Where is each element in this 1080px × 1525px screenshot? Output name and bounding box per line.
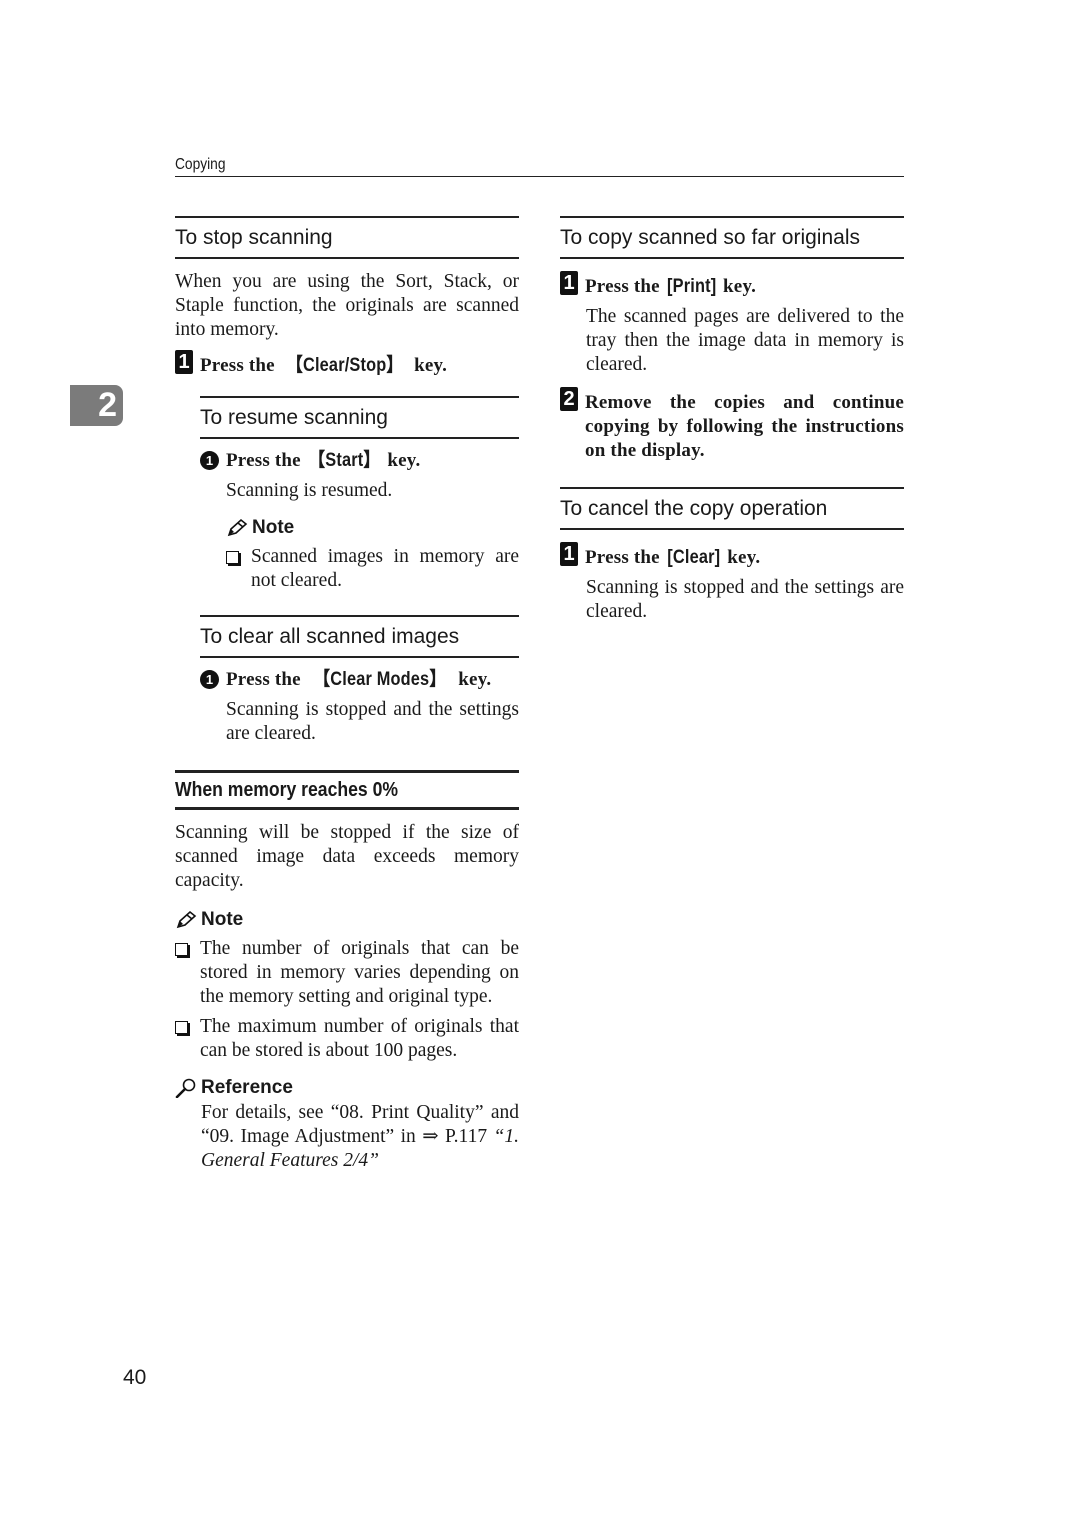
reference-label: Reference xyxy=(201,1077,293,1098)
pencil-icon xyxy=(176,910,197,929)
left-column: To stop scanning When you are using the … xyxy=(175,216,519,1173)
section-heading: To stop scanning xyxy=(175,216,519,259)
step-2: 2 Remove the copies and continue copying… xyxy=(560,387,904,463)
running-head: Copying xyxy=(175,156,904,177)
checkbox-bullet-icon xyxy=(226,551,239,564)
section-clear-all: To clear all scanned images 1 Press the … xyxy=(200,615,519,746)
step-text: Press the 【Start】 key. xyxy=(226,450,421,471)
step-result: Scanning is stopped and the settings are… xyxy=(586,577,904,622)
step-number-icon: 1 xyxy=(175,350,193,374)
section-copy-scanned: To copy scanned so far originals 1 Press… xyxy=(560,216,904,463)
circled-number-icon: 1 xyxy=(200,451,219,470)
magnifier-icon xyxy=(175,1078,196,1098)
section-heading: To copy scanned so far originals xyxy=(560,216,904,259)
reference-text: For details, see “08. Print Quality” and… xyxy=(201,1102,519,1171)
reference-heading: Reference xyxy=(175,1077,519,1099)
step-number-icon: 2 xyxy=(560,387,578,411)
section-heading: When memory reaches 0% xyxy=(175,770,519,810)
step-number-icon: 1 xyxy=(560,271,578,295)
note-heading: Note xyxy=(226,517,519,539)
key-name: [Print] xyxy=(666,276,717,297)
step-result: Scanning is resumed. xyxy=(226,480,393,501)
step-text: Press the [Clear] key. xyxy=(585,547,761,568)
step-result: Scanning is stopped and the settings are… xyxy=(226,699,519,744)
note-item-text: Scanned images in memory are not cleared… xyxy=(251,546,519,591)
checkbox-bullet-icon xyxy=(175,1021,188,1034)
note-heading: Note xyxy=(175,909,519,931)
pencil-icon xyxy=(227,518,248,537)
running-head-text: Copying xyxy=(175,156,226,173)
step-text: Press the 【Clear Modes】 key. xyxy=(226,669,492,690)
note-item-text: The number of originals that can be stor… xyxy=(200,938,519,1007)
step-1: 1 Press the [Clear] key. xyxy=(560,542,904,570)
step-result: The scanned pages are delivered to the t… xyxy=(586,306,904,375)
key-name: 【Start】 xyxy=(308,450,380,471)
note-item-text: The maximum number of originals that can… xyxy=(200,1016,519,1061)
step-text: Remove the copies and continue copying b… xyxy=(585,392,904,461)
section-heading: To resume scanning xyxy=(200,396,519,439)
circled-number-icon: 1 xyxy=(200,670,219,689)
step-text: Press the 【Clear/Stop】 key. xyxy=(200,355,448,376)
sub-step-1: 1 Press the 【Start】 key. xyxy=(200,449,519,473)
intro-paragraph: When you are using the Sort, Stack, or S… xyxy=(175,271,519,340)
note-item: Scanned images in memory are not cleared… xyxy=(226,545,519,593)
section-cancel-copy: To cancel the copy operation 1 Press the… xyxy=(560,487,904,624)
note-item: The maximum number of originals that can… xyxy=(175,1015,519,1063)
step-1: 1 Press the 【Clear/Stop】 key. xyxy=(175,350,519,378)
note-label: Note xyxy=(201,909,244,930)
intro-paragraph: Scanning will be stopped if the size of … xyxy=(175,822,519,891)
section-heading: To cancel the copy operation xyxy=(560,487,904,530)
section-resume-scanning: To resume scanning 1 Press the 【Start】 k… xyxy=(200,396,519,593)
right-column: To copy scanned so far originals 1 Press… xyxy=(560,216,904,624)
key-name: 【Clear Modes】 xyxy=(313,669,446,690)
checkbox-bullet-icon xyxy=(175,943,188,956)
note-block: Note Scanned images in memory are not cl… xyxy=(226,517,519,593)
section-stop-scanning: To stop scanning When you are using the … xyxy=(175,216,519,746)
note-item: The number of originals that can be stor… xyxy=(175,937,519,1009)
sub-step-1: 1 Press the 【Clear Modes】 key. xyxy=(200,668,519,692)
key-name: 【Clear/Stop】 xyxy=(286,355,403,376)
step-text: Press the [Print] key. xyxy=(585,276,757,297)
step-number-icon: 1 xyxy=(560,542,578,566)
step-1: 1 Press the [Print] key. xyxy=(560,271,904,299)
section-heading: To clear all scanned images xyxy=(200,615,519,658)
chapter-tab: 2 xyxy=(70,385,123,426)
key-name: [Clear] xyxy=(667,547,721,568)
page-number: 40 xyxy=(123,1366,147,1389)
note-label: Note xyxy=(252,517,295,538)
section-memory-zero: When memory reaches 0% Scanning will be … xyxy=(175,770,519,1173)
